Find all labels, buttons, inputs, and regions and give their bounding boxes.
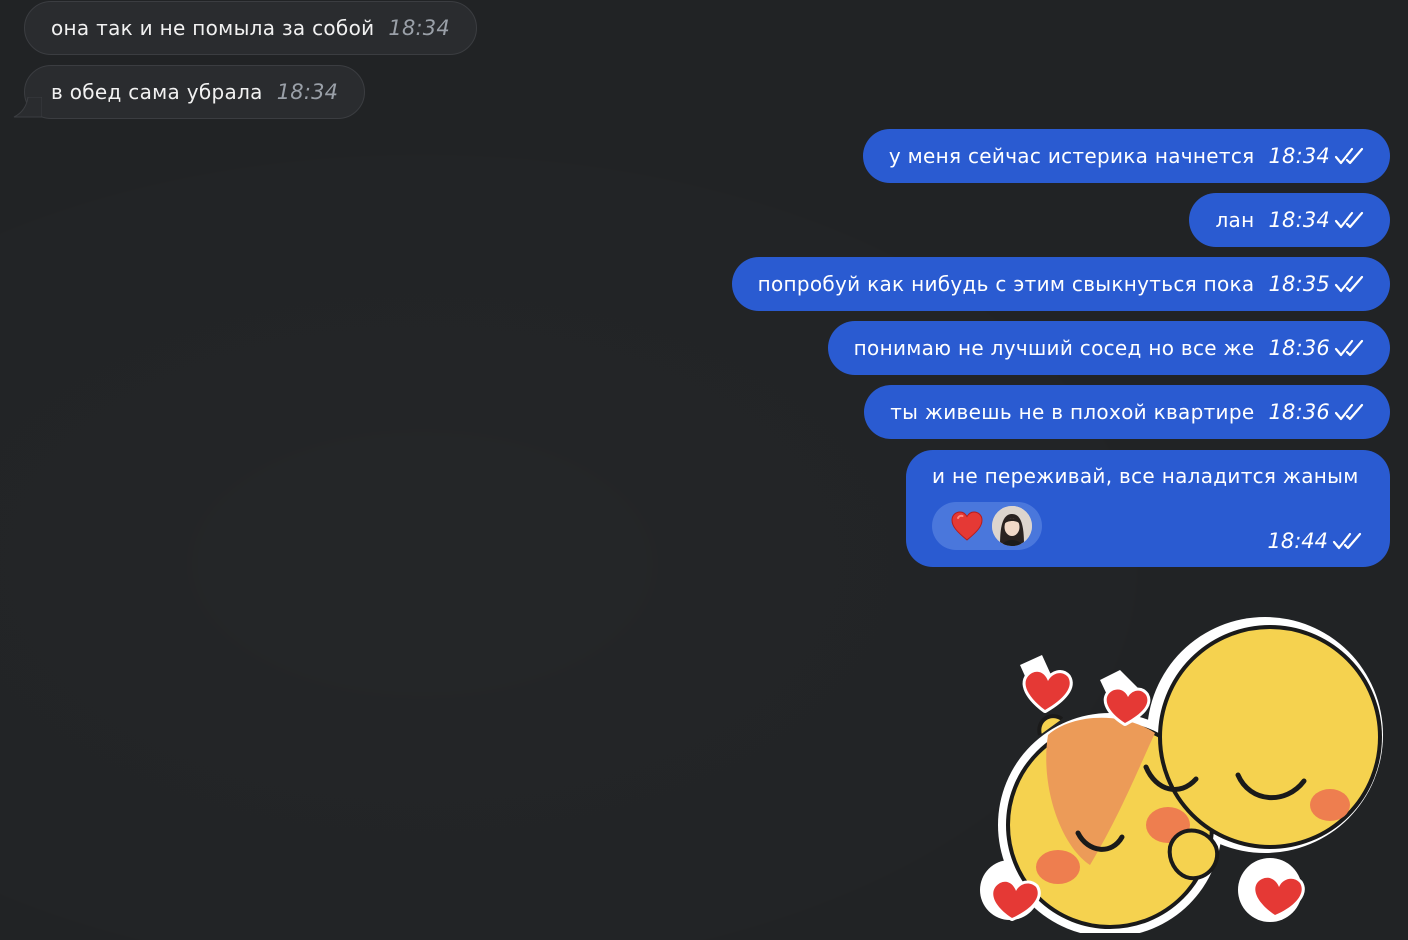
outgoing-message[interactable]: и не переживай, все наладится жаным 18:4… [906,450,1390,567]
double-check-icon [1334,403,1364,421]
message-meta: 18:34 [1268,144,1364,168]
message-meta: 18:34 [277,80,339,104]
outgoing-message[interactable]: лан 18:34 [1189,193,1390,247]
double-check-icon [1334,275,1364,293]
message-time: 18:34 [1268,144,1330,168]
message-meta: 18:36 [1268,336,1364,360]
outgoing-message[interactable]: ты живешь не в плохой квартире 18:36 [864,385,1390,439]
red-heart-icon [951,511,983,541]
message-text: у меня сейчас истерика начнется [888,144,1255,168]
message-text: ты живешь не в плохой квартире [890,400,1255,424]
message-meta: 18:34 [388,16,450,40]
double-check-icon [1332,532,1362,550]
message-meta: 18:35 [1268,272,1364,296]
message-time: 18:34 [388,16,450,40]
message-meta: 18:44 [1267,529,1362,553]
message-text: попробуй как нибудь с этим свыкнуться по… [757,272,1255,296]
message-text: лан [1215,208,1255,232]
message-time: 18:34 [1268,208,1330,232]
double-check-icon [1334,339,1364,357]
message-time: 18:44 [1267,529,1328,553]
hugging-emoji-sticker[interactable] [970,615,1400,933]
incoming-message[interactable]: в обед сама убрала 18:34 [24,65,366,119]
message-time: 18:34 [276,80,339,104]
message-time: 18:36 [1268,336,1330,360]
message-text: она так и не помыла за собой [51,16,375,40]
message-meta: 18:36 [1268,400,1364,424]
incoming-message[interactable]: она так и не помыла за собой 18:34 [24,1,477,55]
message-text: в обед сама убрала [51,80,263,104]
double-check-icon [1334,147,1364,165]
double-check-icon [1334,211,1364,229]
avatar-icon [992,506,1032,546]
message-time: 18:36 [1268,400,1330,424]
bubble-tail-icon [13,97,42,118]
outgoing-message[interactable]: у меня сейчас истерика начнется 18:34 [862,129,1390,183]
message-time: 18:35 [1268,272,1330,296]
chat-window: она так и не помыла за собой 18:34 в обе… [0,0,1408,940]
message-text: и не переживай, все наладится жаным [932,464,1359,488]
avatar[interactable] [992,506,1032,546]
outgoing-message[interactable]: попробуй как нибудь с этим свыкнуться по… [731,257,1390,311]
outgoing-message[interactable]: понимаю не лучший сосед но все же 18:36 [827,321,1390,375]
reaction-chip[interactable] [932,502,1042,550]
message-text: понимаю не лучший сосед но все же [853,336,1255,360]
message-meta: 18:34 [1268,208,1364,232]
